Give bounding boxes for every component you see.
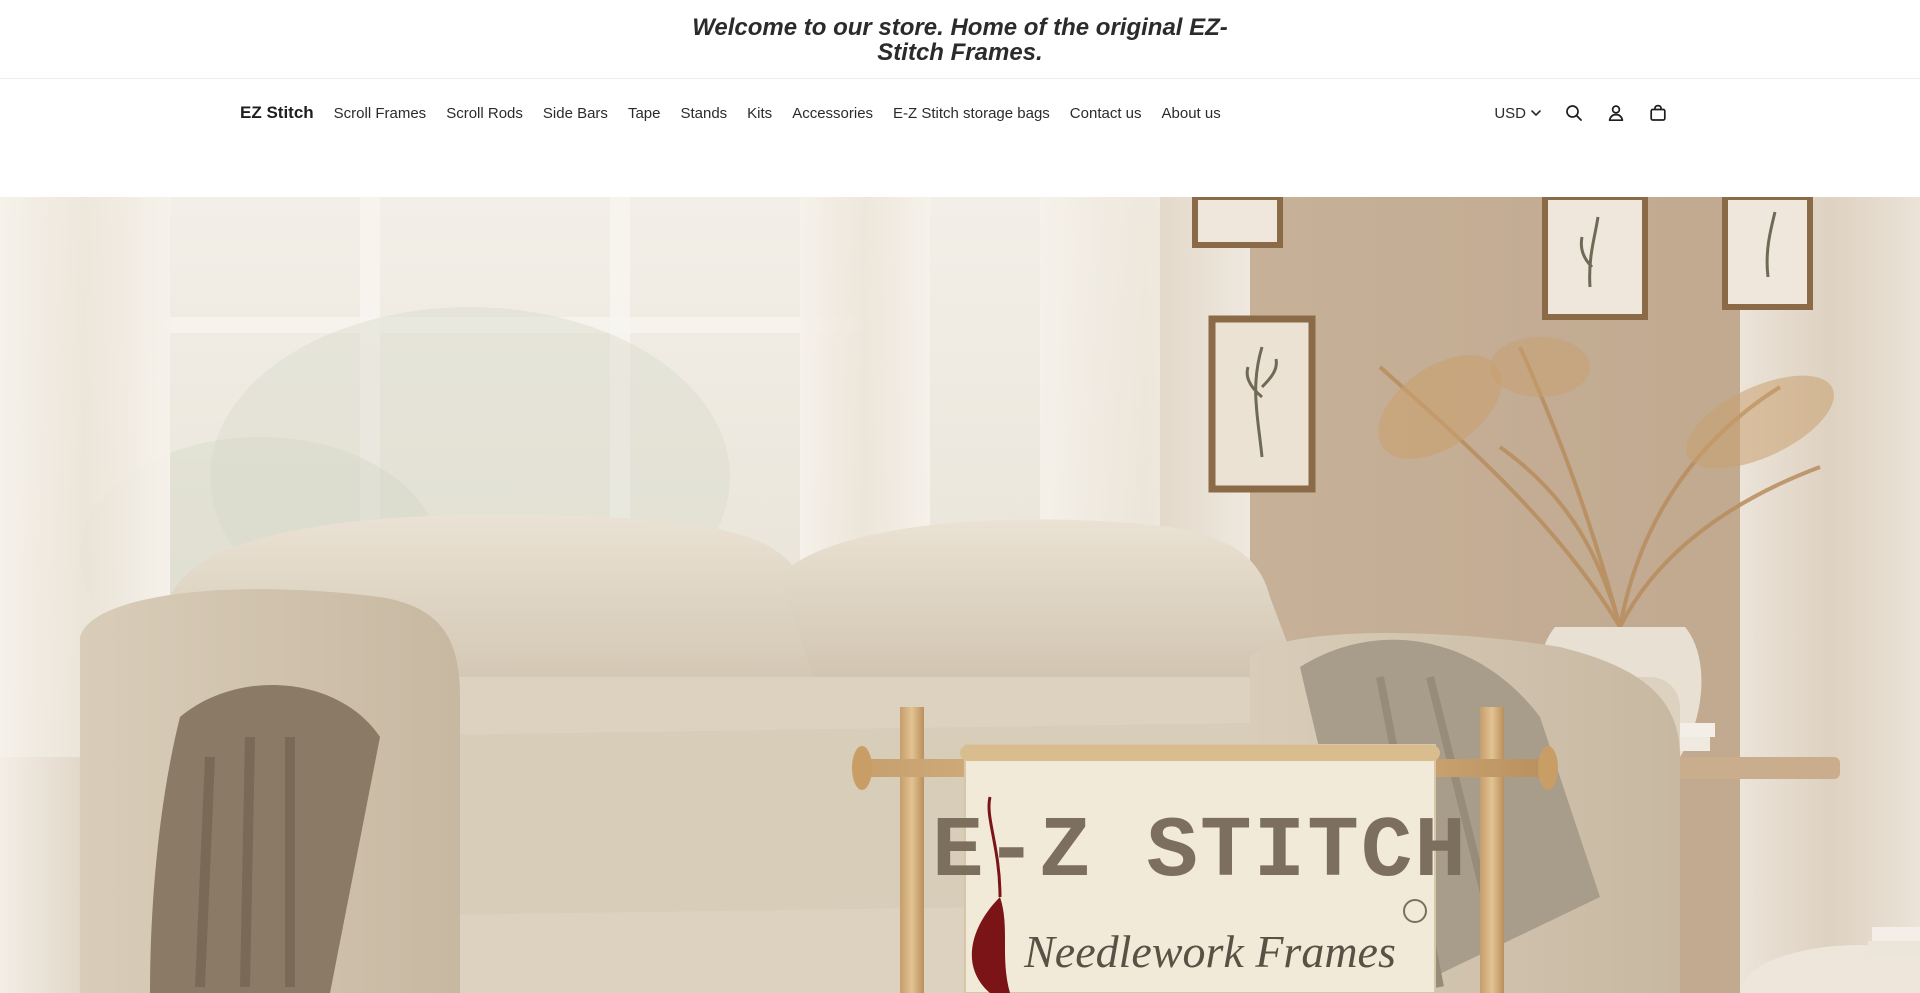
nav-side-bars[interactable]: Side Bars	[543, 105, 608, 122]
announcement-bar: Welcome to our store. Home of the origin…	[0, 0, 1920, 79]
nav-contact-us[interactable]: Contact us	[1070, 105, 1142, 122]
nav-stands[interactable]: Stands	[680, 105, 727, 122]
hero-banner: E-Z STITCH Needlework Frames	[0, 197, 1920, 993]
nav-accessories[interactable]: Accessories	[792, 105, 873, 122]
hero-image: E-Z STITCH Needlework Frames	[0, 197, 1920, 993]
search-icon	[1566, 105, 1582, 121]
account-button[interactable]	[1604, 101, 1628, 125]
nav-scroll-frames[interactable]: Scroll Frames	[334, 105, 427, 122]
announcement-text: Welcome to our store. Home of the origin…	[692, 13, 1228, 66]
cart-button[interactable]	[1646, 101, 1670, 125]
site-header: EZ Stitch Scroll Frames Scroll Rods Side…	[0, 80, 1920, 196]
nav-tape[interactable]: Tape	[628, 105, 661, 122]
store-logo[interactable]: EZ Stitch	[240, 103, 314, 123]
currency-selector[interactable]: USD	[1494, 105, 1542, 122]
nav-kits[interactable]: Kits	[747, 105, 772, 122]
currency-label: USD	[1494, 104, 1526, 122]
hero-sign-subtitle: Needlework Frames	[1023, 926, 1396, 977]
header-inner: EZ Stitch Scroll Frames Scroll Rods Side…	[240, 80, 1670, 146]
hero-sign-title: E-Z STITCH	[932, 803, 1468, 901]
account-icon	[1608, 105, 1624, 122]
nav-about-us[interactable]: About us	[1162, 105, 1221, 122]
chevron-down-icon	[1531, 110, 1541, 116]
search-button[interactable]	[1562, 101, 1586, 125]
nav-scroll-rods[interactable]: Scroll Rods	[446, 105, 523, 122]
header-actions: USD	[1494, 101, 1670, 125]
main-nav: Scroll Frames Scroll Rods Side Bars Tape…	[334, 105, 1241, 122]
cart-icon	[1650, 104, 1666, 121]
nav-storage-bags[interactable]: E-Z Stitch storage bags	[893, 105, 1050, 122]
